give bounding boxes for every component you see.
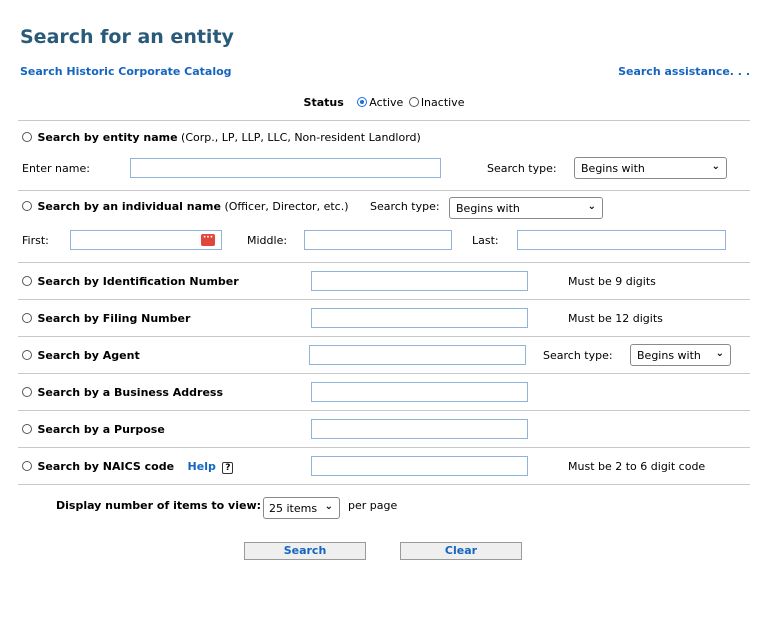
middle-name-label: Middle: xyxy=(247,234,288,247)
business-address-radio[interactable] xyxy=(22,387,32,397)
middle-name-input[interactable] xyxy=(304,230,452,250)
purpose-input[interactable] xyxy=(311,419,528,439)
status-label: Status xyxy=(303,96,344,109)
last-name-input[interactable] xyxy=(517,230,726,250)
divider xyxy=(18,190,750,191)
individual-name-title: Search by an individual name xyxy=(37,200,221,213)
entity-search-type-label: Search type: xyxy=(487,162,557,175)
status-active-radio[interactable] xyxy=(357,97,368,107)
chevron-down-icon: ⌄ xyxy=(715,348,724,359)
individual-name-note: (Officer, Director, etc.) xyxy=(224,200,349,213)
id-number-title: Search by Identification Number xyxy=(37,275,239,288)
divider xyxy=(18,336,750,337)
id-number-input[interactable] xyxy=(311,271,528,291)
help-icon[interactable]: ? xyxy=(222,462,234,474)
agent-input[interactable] xyxy=(309,345,526,365)
agent-search-type-label: Search type: xyxy=(543,349,613,362)
id-number-hint: Must be 9 digits xyxy=(568,275,656,288)
business-address-input[interactable] xyxy=(311,382,528,402)
autofill-icon[interactable]: ··· xyxy=(201,234,215,246)
divider xyxy=(18,262,750,263)
chevron-down-icon: ⌄ xyxy=(587,201,596,212)
status-inactive-radio[interactable] xyxy=(408,97,419,107)
naics-help-link[interactable]: Help xyxy=(188,460,216,473)
enter-name-label: Enter name: xyxy=(22,162,90,175)
items-per-page-select[interactable]: 25 items ⌄ xyxy=(263,497,340,519)
divider xyxy=(18,410,750,411)
individual-search-type-label: Search type: xyxy=(370,200,440,213)
chevron-down-icon: ⌄ xyxy=(324,501,333,512)
naics-radio[interactable] xyxy=(22,461,32,471)
purpose-title: Search by a Purpose xyxy=(37,423,165,436)
search-button[interactable]: Search xyxy=(244,542,366,560)
divider xyxy=(18,447,750,448)
display-items-label: Display number of items to view: xyxy=(56,499,261,512)
status-filter: Status Active Inactive xyxy=(18,96,750,109)
entity-search-type-select[interactable]: Begins with ⌄ xyxy=(574,157,727,179)
first-name-label: First: xyxy=(22,234,49,247)
divider xyxy=(18,484,750,485)
divider xyxy=(18,373,750,374)
agent-search-type-select[interactable]: Begins with ⌄ xyxy=(630,344,731,366)
agent-title: Search by Agent xyxy=(37,349,140,362)
agent-radio[interactable] xyxy=(22,350,32,360)
historic-catalog-link[interactable]: Search Historic Corporate Catalog xyxy=(20,65,232,78)
filing-number-input[interactable] xyxy=(311,308,528,328)
status-inactive-option[interactable]: Inactive xyxy=(408,96,464,109)
business-address-title: Search by a Business Address xyxy=(37,386,224,399)
per-page-label: per page xyxy=(348,499,398,512)
filing-number-hint: Must be 12 digits xyxy=(568,312,663,325)
filing-number-title: Search by Filing Number xyxy=(37,312,191,325)
entity-name-title: Search by entity name xyxy=(37,131,178,144)
id-number-radio[interactable] xyxy=(22,276,32,286)
last-name-label: Last: xyxy=(472,234,499,247)
entity-name-radio[interactable] xyxy=(22,132,32,142)
chevron-down-icon: ⌄ xyxy=(711,161,720,172)
first-name-input[interactable]: ··· xyxy=(70,230,222,250)
page-title: Search for an entity xyxy=(20,26,234,48)
filing-number-radio[interactable] xyxy=(22,313,32,323)
naics-input[interactable] xyxy=(311,456,528,476)
individual-search-type-select[interactable]: Begins with ⌄ xyxy=(449,197,603,219)
purpose-radio[interactable] xyxy=(22,424,32,434)
entity-name-note: (Corp., LP, LLP, LLC, Non-resident Landl… xyxy=(181,131,421,144)
entity-name-input[interactable] xyxy=(130,158,441,178)
individual-name-radio[interactable] xyxy=(22,201,32,211)
status-active-option[interactable]: Active xyxy=(357,96,403,109)
divider xyxy=(18,120,750,121)
search-assistance-link[interactable]: Search assistance. . . xyxy=(618,65,750,78)
clear-button[interactable]: Clear xyxy=(400,542,522,560)
naics-hint: Must be 2 to 6 digit code xyxy=(568,460,706,473)
naics-title: Search by NAICS code xyxy=(37,460,175,473)
divider xyxy=(18,299,750,300)
